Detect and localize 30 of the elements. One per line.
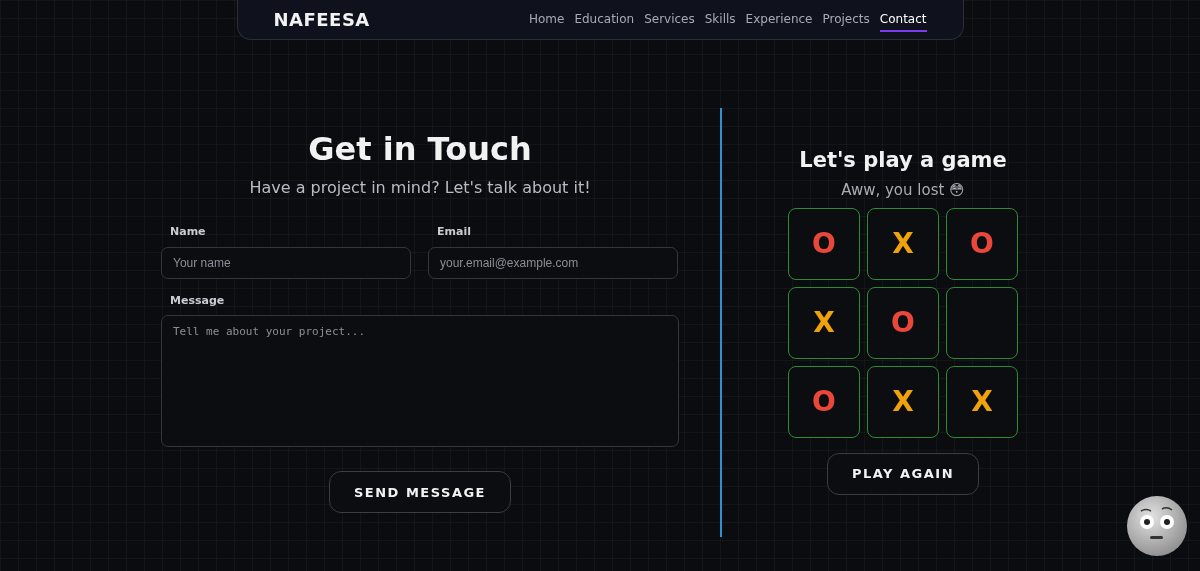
board-cell[interactable] [946,286,1018,359]
message-field[interactable]: Tell me about your project... [161,315,679,448]
nav-link[interactable]: Home [528,7,565,32]
nav-link[interactable]: Skills [704,7,736,32]
board-cell[interactable]: X [946,365,1018,438]
input-field[interactable]: your.email@example.com [428,246,678,279]
field-label: Message [170,292,226,309]
nav-link[interactable]: Contact [879,7,927,32]
input-field[interactable]: Your name [161,246,411,279]
play-again-button[interactable]: PLAY AGAIN [826,452,980,495]
nav-link[interactable]: Services [644,7,695,32]
board-cell[interactable]: O [946,207,1018,280]
game-title: Let's play a game [799,148,1007,174]
brand-logo[interactable]: NAFEESA [273,6,370,33]
nav-link[interactable]: Experience [745,7,813,32]
board-cell[interactable]: X [788,286,860,359]
board-cell[interactable]: X [867,365,939,438]
nav-link[interactable]: Education [574,7,635,32]
board-cell[interactable]: X [867,207,939,280]
board-cell[interactable]: O [788,365,860,438]
game-status: Aww, you lost 😳 [841,180,965,202]
section-subtitle: Have a project in mind? Let's talk about it! [248,177,592,200]
field-label: Name [170,224,207,241]
board-cell[interactable]: O [867,286,939,359]
board-cell[interactable]: O [788,207,860,280]
send-button[interactable]: SEND MESSAGE [329,471,511,514]
field-label: Email [437,224,472,241]
mascot-drawing[interactable] [1126,495,1188,557]
nav-link[interactable]: Projects [822,7,870,32]
section-title: Get in Touch [307,130,533,169]
